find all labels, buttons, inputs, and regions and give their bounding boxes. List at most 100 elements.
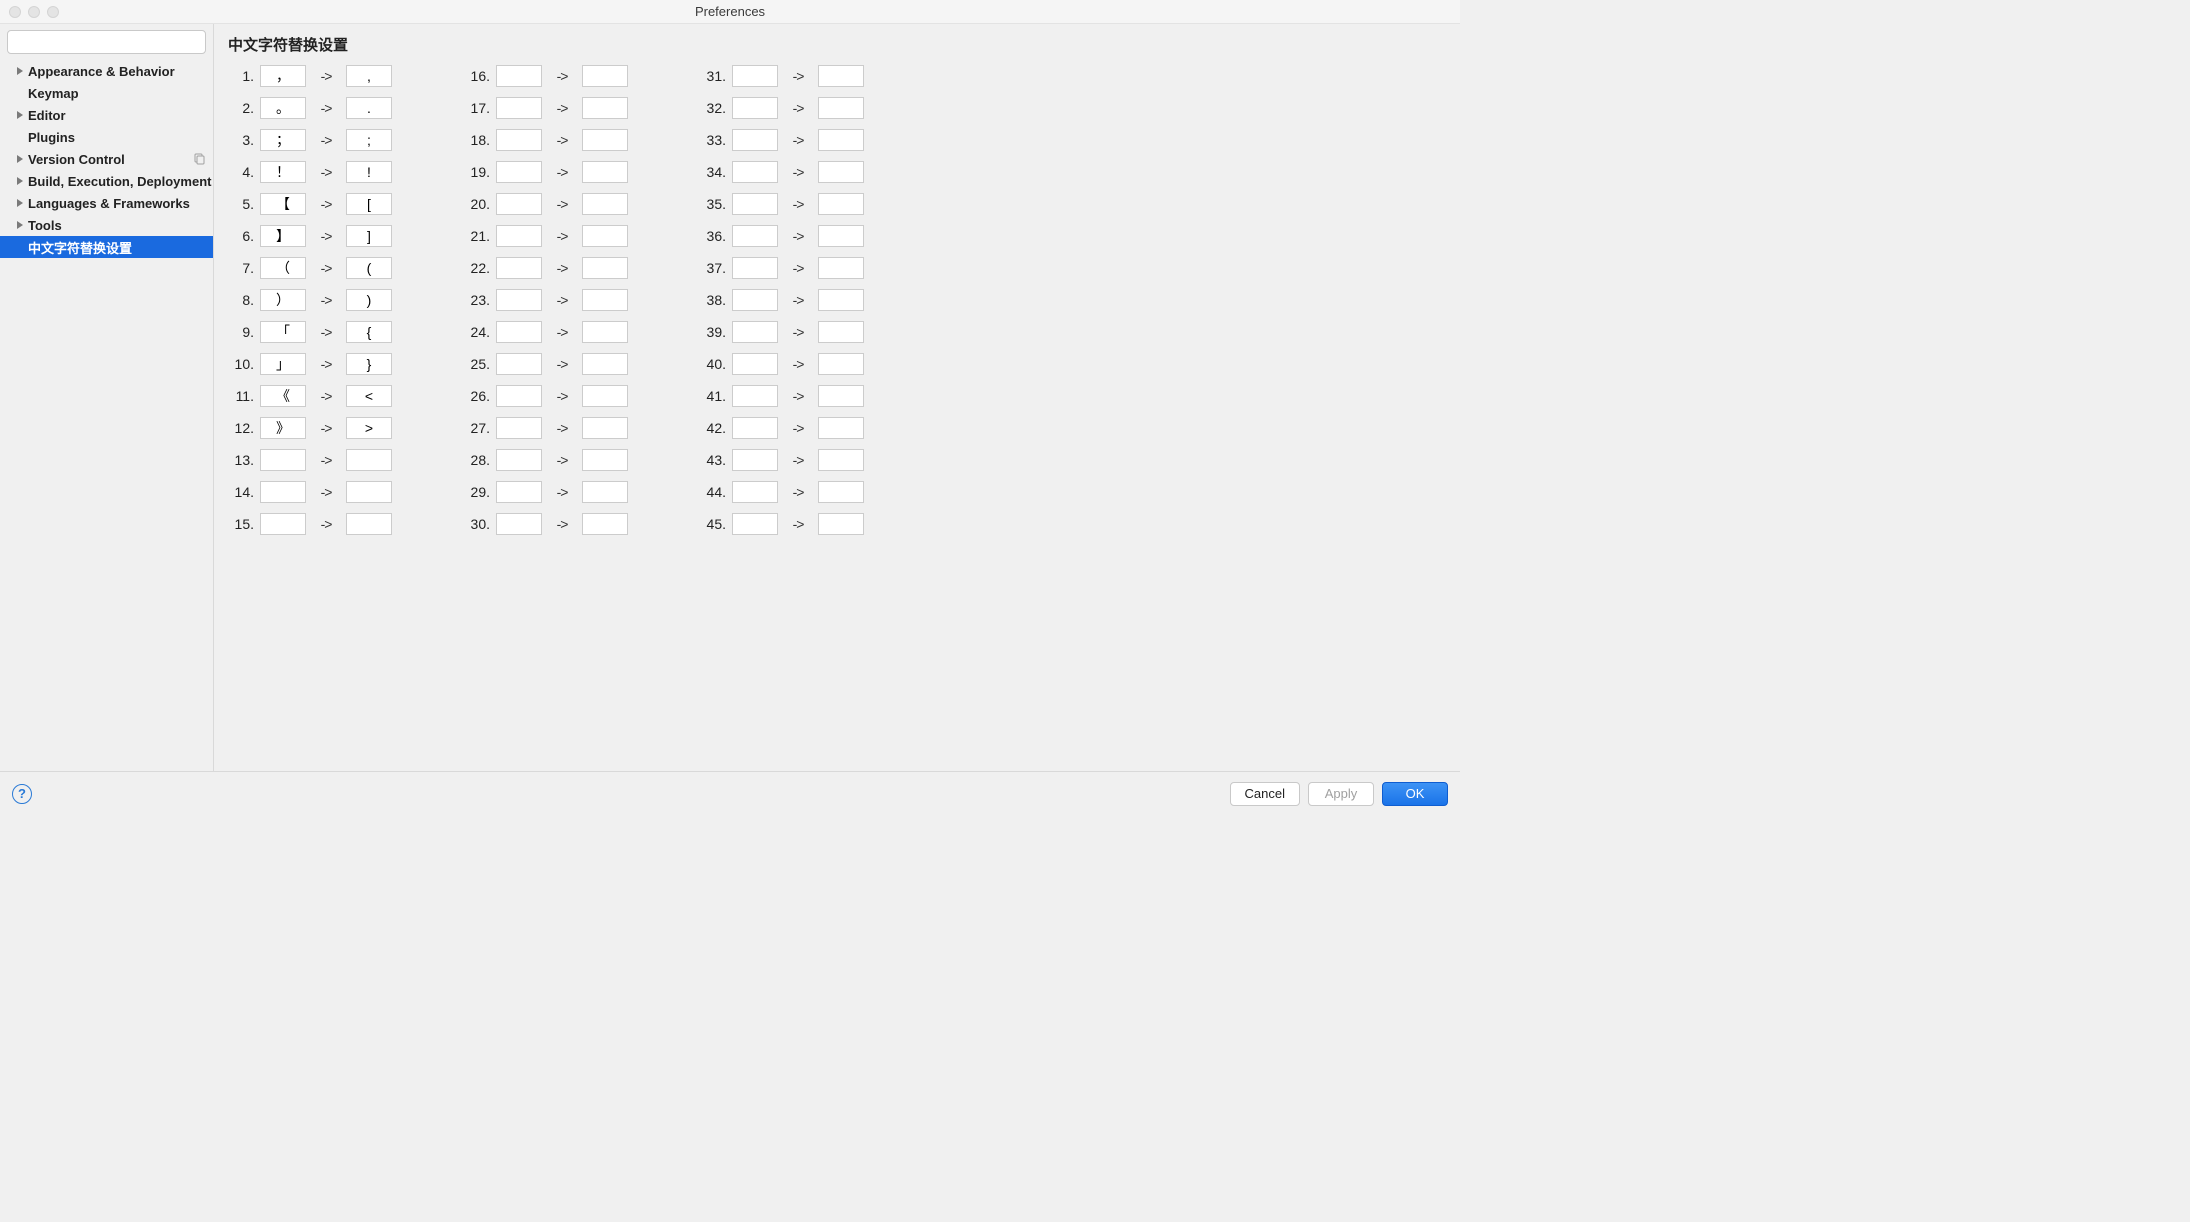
ok-button[interactable]: OK	[1382, 782, 1448, 806]
to-input[interactable]	[346, 193, 392, 215]
from-input[interactable]	[732, 289, 778, 311]
from-input[interactable]	[732, 481, 778, 503]
from-input[interactable]	[732, 97, 778, 119]
from-input[interactable]	[496, 257, 542, 279]
to-input[interactable]	[346, 257, 392, 279]
to-input[interactable]	[582, 97, 628, 119]
from-input[interactable]	[496, 321, 542, 343]
search-input[interactable]	[7, 30, 206, 54]
from-input[interactable]	[732, 513, 778, 535]
help-button[interactable]: ?	[12, 784, 32, 804]
to-input[interactable]	[818, 321, 864, 343]
to-input[interactable]	[818, 257, 864, 279]
minimize-icon[interactable]	[28, 6, 40, 18]
from-input[interactable]	[496, 481, 542, 503]
to-input[interactable]	[582, 385, 628, 407]
sidebar-item[interactable]: Keymap	[0, 82, 213, 104]
to-input[interactable]	[346, 481, 392, 503]
from-input[interactable]	[496, 161, 542, 183]
to-input[interactable]	[818, 97, 864, 119]
from-input[interactable]	[732, 257, 778, 279]
from-input[interactable]	[496, 513, 542, 535]
to-input[interactable]	[582, 513, 628, 535]
to-input[interactable]	[582, 417, 628, 439]
to-input[interactable]	[346, 385, 392, 407]
to-input[interactable]	[346, 225, 392, 247]
to-input[interactable]	[818, 417, 864, 439]
from-input[interactable]	[732, 129, 778, 151]
from-input[interactable]	[260, 481, 306, 503]
to-input[interactable]	[818, 481, 864, 503]
from-input[interactable]	[260, 65, 306, 87]
sidebar-item[interactable]: Tools	[0, 214, 213, 236]
zoom-icon[interactable]	[47, 6, 59, 18]
to-input[interactable]	[818, 65, 864, 87]
to-input[interactable]	[582, 65, 628, 87]
to-input[interactable]	[582, 129, 628, 151]
from-input[interactable]	[732, 161, 778, 183]
from-input[interactable]	[732, 385, 778, 407]
from-input[interactable]	[496, 385, 542, 407]
from-input[interactable]	[732, 449, 778, 471]
to-input[interactable]	[582, 225, 628, 247]
from-input[interactable]	[260, 161, 306, 183]
cancel-button[interactable]: Cancel	[1230, 782, 1300, 806]
to-input[interactable]	[582, 257, 628, 279]
from-input[interactable]	[496, 417, 542, 439]
to-input[interactable]	[818, 513, 864, 535]
from-input[interactable]	[732, 193, 778, 215]
from-input[interactable]	[260, 353, 306, 375]
from-input[interactable]	[732, 417, 778, 439]
from-input[interactable]	[496, 353, 542, 375]
to-input[interactable]	[818, 353, 864, 375]
from-input[interactable]	[260, 385, 306, 407]
to-input[interactable]	[582, 353, 628, 375]
from-input[interactable]	[496, 97, 542, 119]
sidebar-item[interactable]: 中文字符替换设置	[0, 236, 213, 258]
from-input[interactable]	[496, 65, 542, 87]
from-input[interactable]	[260, 193, 306, 215]
to-input[interactable]	[818, 225, 864, 247]
to-input[interactable]	[346, 97, 392, 119]
sidebar-item[interactable]: Editor	[0, 104, 213, 126]
to-input[interactable]	[582, 449, 628, 471]
to-input[interactable]	[582, 193, 628, 215]
to-input[interactable]	[582, 321, 628, 343]
from-input[interactable]	[496, 193, 542, 215]
to-input[interactable]	[582, 481, 628, 503]
to-input[interactable]	[346, 321, 392, 343]
from-input[interactable]	[260, 289, 306, 311]
from-input[interactable]	[732, 225, 778, 247]
from-input[interactable]	[732, 321, 778, 343]
from-input[interactable]	[260, 97, 306, 119]
sidebar-item[interactable]: Plugins	[0, 126, 213, 148]
to-input[interactable]	[346, 353, 392, 375]
to-input[interactable]	[346, 65, 392, 87]
from-input[interactable]	[496, 129, 542, 151]
to-input[interactable]	[346, 129, 392, 151]
to-input[interactable]	[818, 449, 864, 471]
to-input[interactable]	[346, 449, 392, 471]
from-input[interactable]	[260, 513, 306, 535]
to-input[interactable]	[818, 289, 864, 311]
from-input[interactable]	[260, 449, 306, 471]
to-input[interactable]	[346, 161, 392, 183]
from-input[interactable]	[496, 289, 542, 311]
from-input[interactable]	[260, 321, 306, 343]
from-input[interactable]	[732, 353, 778, 375]
from-input[interactable]	[260, 225, 306, 247]
to-input[interactable]	[346, 289, 392, 311]
to-input[interactable]	[818, 193, 864, 215]
sidebar-item[interactable]: Build, Execution, Deployment	[0, 170, 213, 192]
from-input[interactable]	[260, 257, 306, 279]
sidebar-item[interactable]: Version Control	[0, 148, 213, 170]
from-input[interactable]	[260, 129, 306, 151]
to-input[interactable]	[582, 289, 628, 311]
from-input[interactable]	[496, 225, 542, 247]
apply-button[interactable]: Apply	[1308, 782, 1374, 806]
to-input[interactable]	[582, 161, 628, 183]
to-input[interactable]	[346, 417, 392, 439]
to-input[interactable]	[818, 129, 864, 151]
from-input[interactable]	[732, 65, 778, 87]
from-input[interactable]	[496, 449, 542, 471]
